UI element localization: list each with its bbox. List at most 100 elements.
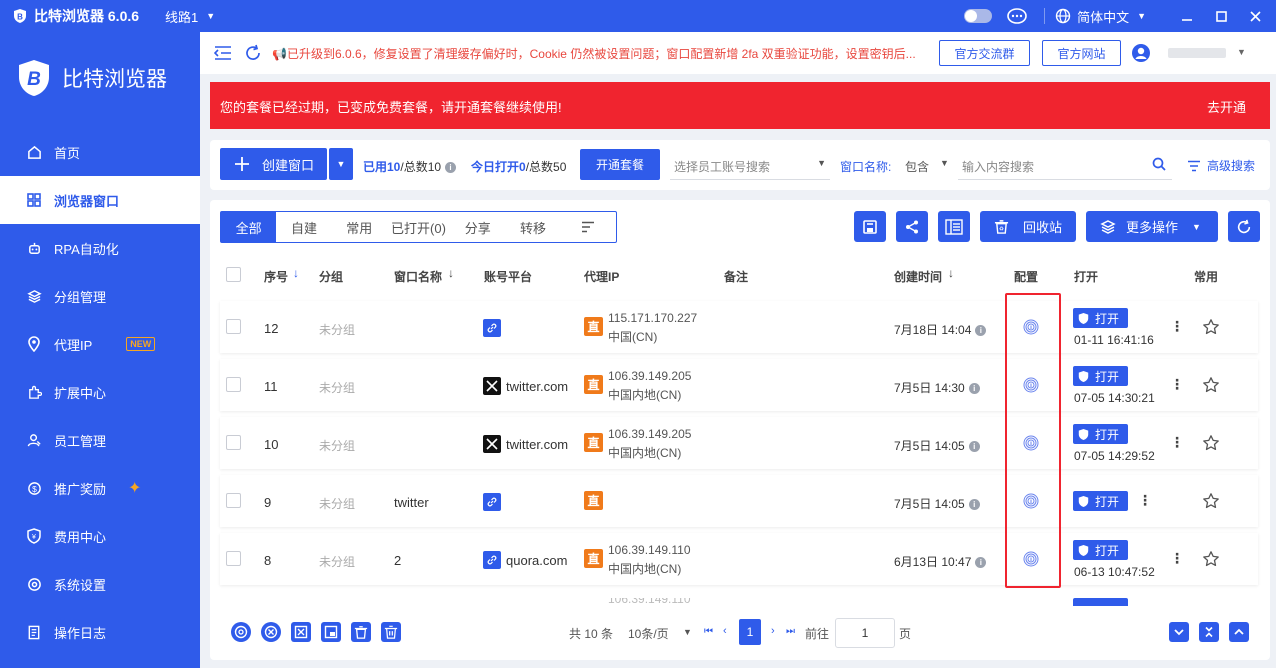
row-platform[interactable]: twitter.com <box>506 437 568 452</box>
proxy-ip[interactable]: 106.39.149.110 <box>608 543 691 557</box>
row-checkbox[interactable] <box>226 377 241 392</box>
collapse-button[interactable] <box>1199 622 1219 642</box>
info-icon[interactable]: i <box>445 162 457 174</box>
info-icon[interactable]: i <box>975 557 987 569</box>
chevron-down-icon[interactable]: ▼ <box>206 11 215 21</box>
more-vertical-icon[interactable]: ⋮ <box>1170 550 1184 567</box>
filter-mode-select[interactable]: 包含 <box>905 158 929 175</box>
more-vertical-icon[interactable]: ⋮ <box>1170 318 1184 335</box>
sidebar-item-rewards[interactable]: $ 推广奖励 ✦ <box>0 464 200 512</box>
scroll-down-button[interactable] <box>1169 622 1189 642</box>
fingerprint-icon[interactable] <box>1023 435 1039 451</box>
sidebar-item-settings[interactable]: 系统设置 <box>0 560 200 608</box>
tab-all[interactable]: 全部 <box>221 212 277 242</box>
star-icon[interactable] <box>1202 376 1220 394</box>
tab-shared[interactable]: 分享 <box>450 212 505 242</box>
last-page-icon[interactable]: ⏭ <box>786 626 795 637</box>
header-name[interactable]: 窗口名称 <box>394 268 442 285</box>
refresh-icon[interactable] <box>244 44 262 62</box>
star-icon[interactable] <box>1202 492 1220 510</box>
sidebar-item-extensions[interactable]: 扩展中心 <box>0 368 200 416</box>
proxy-ip[interactable]: 106.39.149.205 <box>608 427 691 441</box>
fingerprint-icon[interactable] <box>1023 493 1039 509</box>
table-row[interactable]: 11 未分组 twitter.com 直 106.39.149.205 中国内地… <box>220 359 1258 411</box>
sidebar-item-proxy[interactable]: 代理IP NEW <box>0 320 200 368</box>
batch-open-button[interactable] <box>231 622 251 642</box>
row-platform[interactable]: quora.com <box>506 553 567 568</box>
fingerprint-icon[interactable] <box>1023 319 1039 335</box>
language-selector[interactable]: 简体中文 <box>1077 7 1129 26</box>
goto-page-input[interactable]: 1 <box>835 618 895 648</box>
create-window-dropdown[interactable]: ▼ <box>329 148 353 180</box>
info-icon[interactable]: i <box>968 383 980 395</box>
sort-down-icon[interactable]: ↓ <box>293 266 299 280</box>
chevron-down-icon[interactable]: ▼ <box>940 158 949 168</box>
official-group-button[interactable]: 官方交流群 <box>939 40 1030 66</box>
star-icon[interactable] <box>1202 550 1220 568</box>
staff-search-select[interactable]: 选择员工账号搜索 ▼ <box>670 148 830 180</box>
tab-favorites[interactable]: 常用 <box>332 212 387 242</box>
chevron-down-icon[interactable]: ▼ <box>1137 11 1146 21</box>
theme-toggle[interactable] <box>964 9 993 23</box>
sidebar-item-home[interactable]: 首页 <box>0 128 200 176</box>
save-button[interactable] <box>854 211 886 242</box>
batch-recycle-button[interactable] <box>351 622 371 642</box>
sidebar-item-rpa[interactable]: RPA自动化 <box>0 224 200 272</box>
current-page-button[interactable]: 1 <box>739 619 761 645</box>
tab-transferred[interactable]: 转移 <box>505 212 560 242</box>
search-icon[interactable] <box>1152 157 1166 171</box>
collapse-menu-icon[interactable] <box>214 45 232 61</box>
close-button[interactable] <box>1238 0 1272 32</box>
tab-self-created[interactable]: 自建 <box>276 212 331 242</box>
row-checkbox[interactable] <box>226 435 241 450</box>
table-row[interactable]: 9 未分组 twitter 直 7月5日 14:05 i 打开 ⋮ <box>220 475 1258 527</box>
more-vertical-icon[interactable]: ⋮ <box>1138 492 1152 509</box>
proxy-ip[interactable]: 106.39.149.205 <box>608 369 691 383</box>
chat-icon[interactable] <box>1006 6 1028 26</box>
select-all-checkbox[interactable] <box>226 267 241 282</box>
first-page-icon[interactable]: ⏮ <box>704 626 713 637</box>
batch-clear-button[interactable] <box>291 622 311 642</box>
minimize-button[interactable] <box>1170 0 1204 32</box>
prev-page-icon[interactable]: ‹ <box>723 625 727 637</box>
official-site-button[interactable]: 官方网站 <box>1042 40 1121 66</box>
sidebar-item-logs[interactable]: 操作日志 <box>0 608 200 656</box>
tab-opened[interactable]: 已打开(0) <box>387 212 450 242</box>
sort-down-icon[interactable]: ↓ <box>448 266 454 280</box>
table-row[interactable]: 10 未分组 twitter.com 直 106.39.149.205 中国内地… <box>220 417 1258 469</box>
star-icon[interactable] <box>1202 434 1220 452</box>
table-row[interactable]: 8 未分组 2 quora.com 直 106.39.149.110 中国内地(… <box>220 533 1258 585</box>
activate-link[interactable]: 去开通 <box>1207 97 1246 116</box>
more-vertical-icon[interactable]: ⋮ <box>1170 376 1184 393</box>
maximize-button[interactable] <box>1204 0 1238 32</box>
header-seq[interactable]: 序号 <box>264 268 288 285</box>
row-checkbox[interactable] <box>226 551 241 566</box>
more-actions-button[interactable]: 更多操作 ▼ <box>1086 211 1218 242</box>
advanced-search-button[interactable]: 高级搜索 <box>1187 157 1255 174</box>
row-platform[interactable]: twitter.com <box>506 379 568 394</box>
header-created[interactable]: 创建时间 <box>894 268 942 285</box>
sidebar-item-browser-windows[interactable]: 浏览器窗口 <box>0 176 200 224</box>
open-button[interactable]: 打开 <box>1073 308 1128 328</box>
notice-text[interactable]: 📢已升级到6.0.6，修复设置了清理缓存偏好时，Cookie 仍然被设置问题；窗… <box>272 45 924 62</box>
recycle-bin-button[interactable]: ♻ 回收站 <box>980 211 1076 242</box>
avatar[interactable] <box>1131 43 1151 63</box>
batch-close-button[interactable] <box>261 622 281 642</box>
line-selector[interactable]: 线路1 <box>165 7 198 26</box>
open-button[interactable]: 打开 <box>1073 366 1128 386</box>
chevron-down-icon[interactable]: ▼ <box>683 627 692 637</box>
batch-window-button[interactable] <box>321 622 341 642</box>
reload-button[interactable] <box>1228 211 1260 242</box>
open-button[interactable]: 打开 <box>1073 491 1128 511</box>
create-window-button[interactable]: 创建窗口 <box>220 148 327 180</box>
sort-menu-icon[interactable] <box>561 212 616 242</box>
fingerprint-icon[interactable] <box>1023 377 1039 393</box>
search-input[interactable]: 输入内容搜索 <box>958 148 1172 180</box>
scroll-up-button[interactable] <box>1229 622 1249 642</box>
chevron-down-icon[interactable]: ▼ <box>1237 47 1246 57</box>
star-icon[interactable] <box>1202 318 1220 336</box>
share-button[interactable] <box>896 211 928 242</box>
proxy-ip[interactable]: 115.171.170.227 <box>608 311 697 325</box>
page-size-select[interactable]: 10条/页 <box>628 625 669 642</box>
sort-down-icon[interactable]: ↓ <box>948 266 954 280</box>
